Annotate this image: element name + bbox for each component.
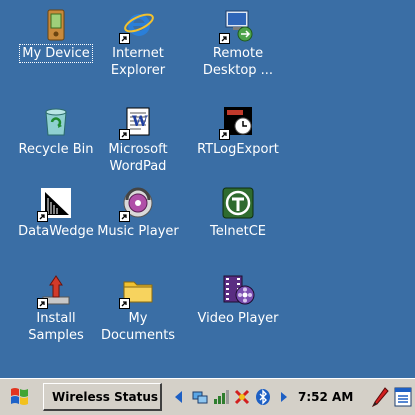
input-panel-icon[interactable] <box>393 385 413 409</box>
shortcut-arrow-icon <box>119 298 130 309</box>
shortcut-arrow-icon <box>37 298 48 309</box>
rtlogexport-icon <box>219 104 255 140</box>
video-player-icon <box>221 273 255 307</box>
shortcut-arrow-icon <box>119 33 130 44</box>
icon-label: Recycle Bin <box>18 142 94 157</box>
icon-label: DataWedge <box>18 224 94 239</box>
shortcut-arrow-icon <box>219 33 230 44</box>
taskbar: Wireless Status 7:52 AM <box>0 378 415 415</box>
shortcut-arrow-icon <box>37 211 48 222</box>
desktop-icon-my-documents[interactable]: My Documents <box>90 265 186 353</box>
icon-label: My Device <box>19 44 93 63</box>
wordpad-icon: W <box>119 104 155 140</box>
shortcut-arrow-icon <box>119 211 130 222</box>
desktop-icon-wordpad[interactable]: W Microsoft WordPad <box>90 96 186 184</box>
taskbar-button-wireless-status[interactable]: Wireless Status <box>43 383 162 411</box>
icon-label: Microsoft WordPad <box>108 142 168 174</box>
svg-text:W: W <box>131 114 148 130</box>
bluetooth-icon[interactable] <box>254 388 272 406</box>
scroll-left-arrow-icon[interactable] <box>170 388 188 406</box>
telnetce-icon <box>221 186 255 220</box>
signal-strength-icon[interactable] <box>212 388 230 406</box>
install-samples-icon <box>37 273 73 309</box>
network-icon[interactable] <box>191 388 209 406</box>
icon-label: Remote Desktop ... <box>202 46 274 78</box>
pda-icon <box>39 8 73 42</box>
desktop-icon-remote-desktop[interactable]: Remote Desktop ... <box>190 0 286 88</box>
shortcut-arrow-icon <box>219 129 230 140</box>
clock[interactable]: 7:52 AM <box>298 390 353 404</box>
icon-label: Video Player <box>197 311 279 326</box>
icon-label: RTLogExport <box>197 142 279 157</box>
recycle-bin-icon <box>39 104 73 138</box>
desktop-icon-telnetce[interactable]: TelnetCE <box>190 178 286 266</box>
icon-label: TelnetCE <box>210 224 266 239</box>
datawedge-icon <box>37 186 73 222</box>
shortcut-arrow-icon <box>119 129 130 140</box>
internet-explorer-icon <box>119 8 155 44</box>
system-tray: 7:52 AM <box>170 383 366 411</box>
start-button[interactable] <box>3 384 37 410</box>
desktop: My Device Internet Explorer Remote Deskt… <box>0 0 415 378</box>
desktop-icon-video-player[interactable]: Video Player <box>190 265 286 353</box>
scroll-right-arrow-icon[interactable] <box>275 388 293 406</box>
icon-label: My Documents <box>100 311 176 343</box>
pen-input-icon[interactable] <box>370 385 390 409</box>
folder-icon <box>119 273 155 309</box>
desktop-icon-internet-explorer[interactable]: Internet Explorer <box>90 0 186 88</box>
icon-label: Music Player <box>97 224 179 239</box>
desktop-icon-rtlogexport[interactable]: RTLogExport <box>190 96 286 184</box>
remote-desktop-icon <box>219 8 255 44</box>
icon-label: Install Samples <box>28 311 84 343</box>
no-connection-icon[interactable] <box>233 388 251 406</box>
music-player-icon <box>119 186 155 222</box>
windows-flag-icon <box>11 388 28 405</box>
icon-label: Internet Explorer <box>110 46 166 78</box>
desktop-icon-music-player[interactable]: Music Player <box>90 178 186 266</box>
